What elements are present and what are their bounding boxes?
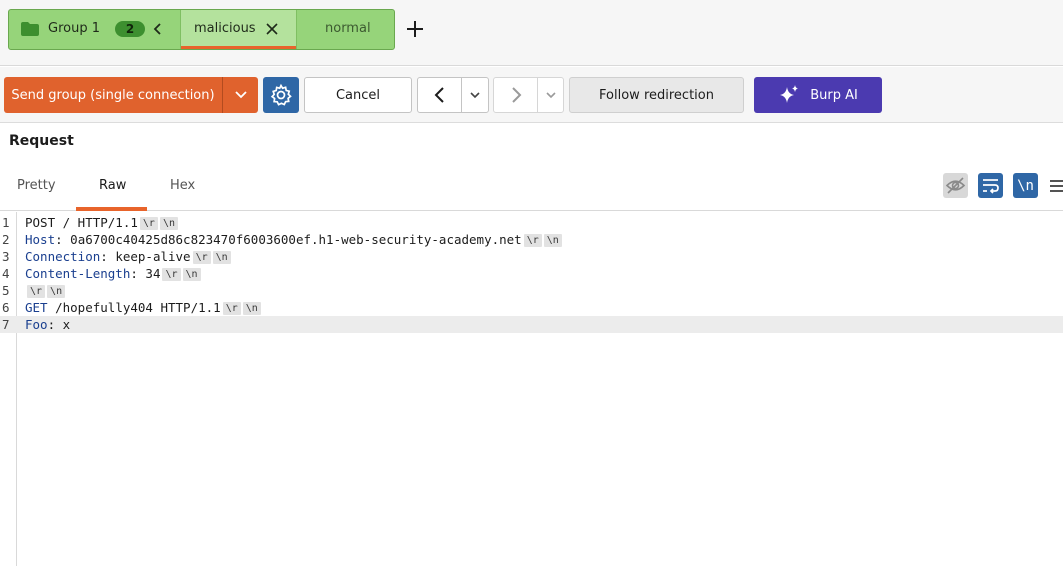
line-value: 34 (145, 266, 161, 281)
header-separator: : (55, 232, 71, 247)
request-toolbar: Send group (single connection) Cancel Fo… (0, 67, 1063, 123)
header-separator: : (130, 266, 146, 281)
tab-malicious[interactable]: malicious (180, 10, 296, 49)
line-value: 0a6700c40425d86c823470f6003600ef.h1-web-… (70, 232, 522, 247)
tab-normal[interactable]: normal (296, 10, 394, 49)
tab-group-name: Group 1 (48, 21, 100, 36)
line-value: x (62, 317, 71, 332)
header-separator: : (47, 317, 63, 332)
chevron-down-icon (545, 92, 556, 99)
follow-redirection-button[interactable]: Follow redirection (569, 77, 744, 113)
send-group-button[interactable]: Send group (single connection) (4, 77, 222, 113)
line-value: keep-alive (115, 249, 191, 264)
line-content: GET /hopefully404 HTTP/1.1 \r \n (25, 299, 261, 316)
header-name: Foo (25, 317, 48, 332)
line-content: Connection: keep-alive \r \n (25, 248, 231, 265)
header-name: Connection (25, 249, 101, 264)
tab-label: malicious (194, 21, 256, 36)
line-content: Foo: x (25, 316, 70, 333)
line-feed-marker: \n (242, 302, 261, 315)
line-number: 2 (2, 232, 10, 247)
chevron-right-icon (511, 87, 521, 103)
tab-group: Group 1 2 malicious normal (8, 9, 395, 50)
chevron-down-icon (234, 91, 247, 99)
carriage-return-marker: \r (139, 217, 158, 230)
line-value: POST / HTTP/1.1 (25, 215, 138, 230)
request-line[interactable]: 5 \r \n (0, 282, 1063, 299)
tab-group-count-badge: 2 (115, 21, 145, 37)
line-number: 1 (2, 215, 10, 230)
follow-redirection-label: Follow redirection (599, 87, 714, 103)
hide-non-printable-button[interactable] (943, 173, 968, 198)
request-line[interactable]: 2 Host: 0a6700c40425d86c823470f6003600ef.… (0, 231, 1063, 248)
wrap-lines-icon (983, 179, 999, 194)
cancel-button[interactable]: Cancel (304, 77, 412, 113)
history-forward-dropdown[interactable] (537, 77, 564, 113)
burp-ai-button[interactable]: Burp AI (754, 77, 882, 113)
line-content: \r \n (25, 282, 66, 299)
request-line[interactable]: 6 GET /hopefully404 HTTP/1.1 \r \n (0, 299, 1063, 316)
line-number: 6 (2, 300, 10, 315)
chevron-left-icon[interactable] (151, 21, 165, 37)
repeater-tab-strip: Group 1 2 malicious normal (0, 0, 1063, 66)
request-line[interactable]: 3 Connection: keep-alive \r \n (0, 248, 1063, 265)
tab-label: normal (325, 21, 371, 36)
line-number: 4 (2, 266, 10, 281)
header-name: GET (25, 300, 48, 315)
header-name: Host (25, 232, 56, 247)
hamburger-menu-icon[interactable] (1050, 179, 1063, 193)
folder-icon (21, 22, 39, 36)
request-line[interactable]: 4 Content-Length: 34 \r \n (0, 265, 1063, 282)
line-feed-marker: \n (159, 217, 178, 230)
tab-pretty[interactable]: Pretty (17, 178, 56, 193)
history-forward-button[interactable] (493, 77, 538, 113)
line-feed-marker: \n (47, 285, 66, 298)
sparkle-icon (780, 85, 799, 103)
show-newlines-button[interactable]: \n (1013, 173, 1038, 198)
request-line[interactable]: 1 POST / HTTP/1.1 \r \n (0, 214, 1063, 231)
line-content: Content-Length: 34 \r \n (25, 265, 201, 282)
send-options-dropdown[interactable] (222, 77, 258, 113)
request-raw-editor[interactable]: 1 POST / HTTP/1.1 \r \n 2 Host: 0a6700c40425d… (0, 212, 1063, 566)
line-content: POST / HTTP/1.1 \r \n (25, 214, 178, 231)
active-view-underline (76, 207, 147, 211)
request-line[interactable]: 7 Foo: x (0, 316, 1063, 333)
carriage-return-marker: \r (27, 285, 46, 298)
line-number: 3 (2, 249, 10, 264)
tab-raw[interactable]: Raw (99, 178, 126, 193)
line-value: /hopefully404 HTTP/1.1 (55, 300, 221, 315)
request-view-tabs: Pretty Raw Hex \n (0, 170, 1063, 211)
chevron-left-icon (434, 87, 444, 103)
send-group-label: Send group (single connection) (11, 87, 215, 103)
line-number: 7 (2, 317, 10, 332)
line-feed-marker: \n (212, 251, 231, 264)
line-content: Host: 0a6700c40425d86c823470f6003600ef.h… (25, 231, 562, 248)
cancel-label: Cancel (335, 87, 381, 103)
active-tab-underline (181, 46, 296, 49)
header-name: Content-Length (25, 266, 131, 281)
carriage-return-marker: \r (192, 251, 211, 264)
settings-button[interactable] (263, 77, 299, 113)
header-separator: : (100, 249, 116, 264)
tab-hex[interactable]: Hex (170, 178, 195, 193)
gear-icon (270, 83, 292, 106)
close-icon[interactable] (265, 22, 279, 36)
history-back-button[interactable] (417, 77, 462, 113)
carriage-return-marker: \r (162, 268, 181, 281)
line-feed-marker: \n (182, 268, 201, 281)
request-panel-title: Request (9, 133, 74, 149)
chevron-down-icon (470, 92, 480, 99)
tab-group-header[interactable]: Group 1 2 (9, 10, 180, 49)
word-wrap-button[interactable] (978, 173, 1003, 198)
carriage-return-marker: \r (222, 302, 241, 315)
history-back-dropdown[interactable] (461, 77, 489, 113)
carriage-return-marker: \r (523, 234, 542, 247)
line-feed-marker: \n (543, 234, 562, 247)
new-tab-plus-icon[interactable] (405, 19, 425, 39)
header-separator (48, 300, 56, 315)
burp-ai-label: Burp AI (810, 87, 858, 103)
line-number: 5 (2, 283, 10, 298)
eye-slash-icon (945, 177, 966, 194)
